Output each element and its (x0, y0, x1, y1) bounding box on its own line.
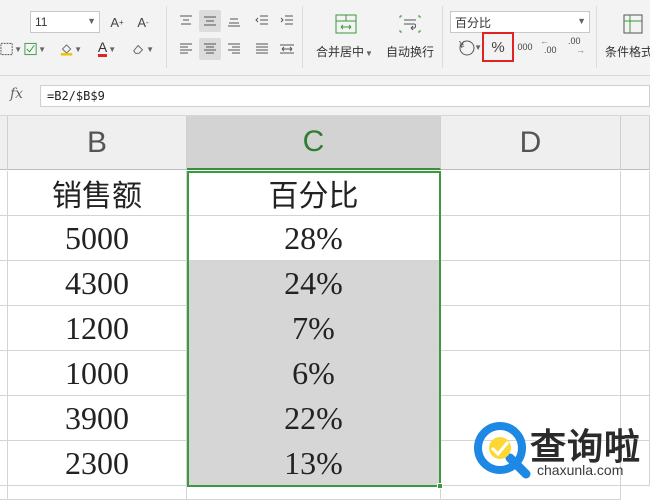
wrap-text-button[interactable]: 自动换行 (386, 43, 434, 60)
row-stub-cell[interactable] (0, 351, 8, 396)
formula-input[interactable]: =B2/$B$9 (40, 85, 650, 107)
indent-decrease-icon[interactable] (251, 10, 273, 32)
cell-b6[interactable]: 3900 (8, 396, 187, 441)
row-header-corner[interactable] (0, 116, 8, 170)
ribbon-divider (302, 6, 303, 68)
cell-b1[interactable]: 销售额 (8, 171, 187, 216)
distribute-icon[interactable] (276, 38, 298, 60)
merge-center-label: 合并居中 (316, 45, 365, 59)
cell-e1[interactable] (621, 171, 650, 216)
row-stub-cell[interactable] (0, 486, 8, 500)
justify-icon[interactable] (251, 38, 273, 60)
cell-c8[interactable] (187, 486, 441, 500)
merge-center-icon[interactable] (334, 12, 358, 36)
column-header-c[interactable]: C (187, 116, 441, 170)
increase-decimal-button[interactable]: ← .00 (540, 36, 564, 58)
thousands-separator-button[interactable]: 000 (513, 36, 537, 58)
fx-icon[interactable]: fx (10, 86, 23, 102)
watermark-url: chaxunla.com (537, 462, 624, 478)
cell-b5[interactable]: 1000 (8, 351, 187, 396)
align-center-icon[interactable] (199, 38, 221, 60)
cell-c3[interactable]: 24% (187, 261, 441, 306)
conditional-format-label: 条件格式 (605, 45, 650, 59)
chevron-down-icon: ▼ (577, 16, 586, 26)
chaxunla-logo-icon (474, 422, 531, 479)
ribbon-divider (596, 6, 597, 68)
thousands-icon: 000 (517, 42, 533, 52)
column-header-e[interactable] (621, 116, 650, 170)
column-header-d[interactable]: D (441, 116, 621, 170)
cell-b4[interactable]: 1200 (8, 306, 187, 351)
conditional-format-button[interactable]: 条件格式 (605, 43, 650, 60)
cell-c4[interactable]: 7% (187, 306, 441, 351)
cell-c5[interactable]: 6% (187, 351, 441, 396)
align-left-icon[interactable] (175, 38, 197, 60)
font-shrink-label: A (137, 14, 146, 30)
merge-center-button[interactable]: 合并居中▼ (316, 43, 373, 60)
currency-button[interactable]: ¥ ▼ (452, 37, 482, 59)
align-right-icon[interactable] (223, 38, 245, 60)
font-shrink-button[interactable]: A- (132, 11, 154, 33)
cell-b2[interactable]: 5000 (8, 216, 187, 261)
row-stub-cell[interactable] (0, 171, 8, 216)
cell-b7[interactable]: 2300 (8, 441, 187, 486)
wrap-text-label: 自动换行 (386, 45, 435, 59)
cell-d3[interactable] (441, 261, 621, 306)
font-size-select[interactable]: 11 ▼ (30, 11, 100, 33)
cell-c1[interactable]: 百分比 (187, 171, 441, 216)
column-header-b[interactable]: B (8, 116, 187, 170)
ribbon-toolbar: 11 ▼ A + A- ▼ ▼ ▼ A ▼ ▼ 合并居中▼ 自动换行 百分比 ▼… (0, 0, 650, 76)
number-format-value: 百分比 (455, 15, 492, 30)
formula-bar: fx =B2/$B$9 (0, 76, 650, 116)
ribbon-divider (442, 6, 443, 68)
row-stub-cell[interactable] (0, 261, 8, 306)
font-size-value: 11 (35, 15, 48, 29)
chevron-down-icon: ▼ (87, 16, 96, 26)
eraser-icon[interactable]: ▼ (132, 38, 154, 60)
font-grow-label: A (110, 14, 119, 30)
cell-e5[interactable] (621, 351, 650, 396)
percent-highlight-box (482, 32, 514, 62)
row-stub-cell[interactable] (0, 306, 8, 351)
borders-icon[interactable]: ▼ (0, 38, 22, 60)
cell-e3[interactable] (621, 261, 650, 306)
cell-e4[interactable] (621, 306, 650, 351)
font-grow-button[interactable]: A + (106, 11, 128, 33)
indent-increase-icon[interactable] (276, 10, 298, 32)
cell-b8[interactable] (8, 486, 187, 500)
row-stub-cell[interactable] (0, 216, 8, 261)
cell-d4[interactable] (441, 306, 621, 351)
row-stub-cell[interactable] (0, 396, 8, 441)
cell-b3[interactable]: 4300 (8, 261, 187, 306)
cell-style-icon[interactable]: ▼ (24, 38, 46, 60)
fill-handle[interactable] (437, 483, 443, 489)
cell-e2[interactable] (621, 216, 650, 261)
align-bottom-icon[interactable] (223, 10, 245, 32)
cell-d5[interactable] (441, 351, 621, 396)
ribbon-divider (166, 6, 167, 68)
cell-c6[interactable]: 22% (187, 396, 441, 441)
number-format-select[interactable]: 百分比 ▼ (450, 11, 590, 33)
conditional-format-icon[interactable] (622, 12, 646, 36)
font-color-letter: A (97, 39, 108, 57)
currency-icon: ¥ (459, 40, 465, 51)
decrease-decimal-button[interactable]: .00 → (564, 36, 588, 58)
cell-d1[interactable] (441, 171, 621, 216)
cell-d2[interactable] (441, 216, 621, 261)
align-top-icon[interactable] (175, 10, 197, 32)
increase-decimal-icon: .00 (544, 45, 557, 55)
row-stub-cell[interactable] (0, 441, 8, 486)
align-middle-icon[interactable] (199, 10, 221, 32)
cell-c2[interactable]: 28% (187, 216, 441, 261)
font-color-button[interactable]: A ▼ (96, 38, 118, 60)
cell-c7[interactable]: 13% (187, 441, 441, 486)
wrap-text-icon[interactable] (398, 12, 422, 36)
fill-color-icon[interactable]: ▼ (60, 38, 82, 60)
cell-d8[interactable] (441, 486, 621, 500)
